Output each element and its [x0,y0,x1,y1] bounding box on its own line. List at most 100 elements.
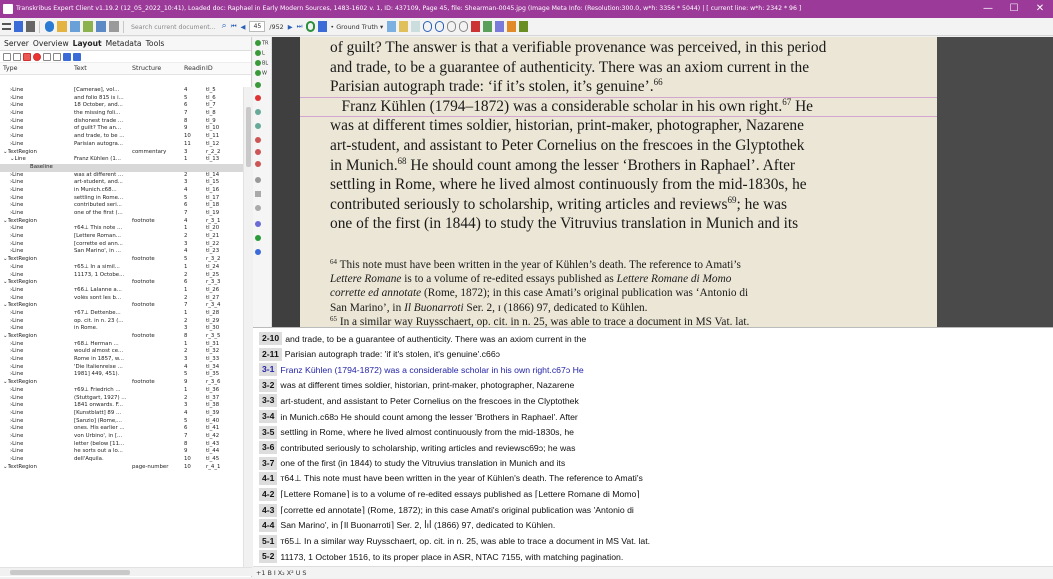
line-text[interactable]: San Marino', in ⌈Il Buonarroti⌉ Ser. 2, … [280,520,555,531]
transcription-line[interactable]: 4-3 ⌈corrette ed annotate⌉ (Rome, 1872); … [259,502,634,519]
col-id[interactable]: ID [206,63,238,74]
tree-row[interactable]: › Line [Kunstblatt] 89 ... 4 tl_39 [0,410,243,418]
zoom-height-icon[interactable] [458,21,468,32]
tree-row[interactable]: › Line art-student, and... 3 tl_15 [0,179,243,187]
tab-layout[interactable]: Layout [71,37,104,50]
tree-row[interactable]: › Line 1841 onwards. F... 3 tl_38 [0,402,243,410]
user-icon[interactable] [95,21,106,32]
image-text-line[interactable]: contributed seriously to scholarship, wr… [330,195,787,214]
delete-icon[interactable] [23,52,31,61]
fit-icon[interactable] [494,21,504,32]
tree-row[interactable]: › Line would almost ce... 2 tl_32 [0,348,243,356]
tab-server[interactable]: Server [2,37,31,50]
image-text-line[interactable]: was at different times soldier, historia… [330,117,804,135]
line-text[interactable]: art-student, and assistant to Peter Corn… [280,396,578,406]
expand-all-icon[interactable] [3,52,11,61]
tree-row[interactable]: › Line and trade, to be ... 10 tl_11 [0,133,243,141]
tree-row[interactable]: › Line contributed seri... 6 tl_18 [0,202,243,210]
line-text[interactable]: ⌈Lettere Romane⌉ is to a volume of re-ed… [280,489,639,500]
next-page-icon[interactable]: ▶ [288,23,293,31]
transcription-line[interactable]: 3-1 Franz Kühlen (1794-1872) was a consid… [259,361,584,378]
info-icon[interactable] [44,21,54,32]
line-text[interactable]: in Munich.c68ɔ He should count among the… [280,412,577,422]
tree-row[interactable]: ⌄ TextRegion footnote 6 r_3_3 [0,279,243,287]
transcription-line[interactable]: 4-2 ⌈Lettere Romane⌉ is to a volume of re… [259,486,640,503]
view-icon[interactable] [386,21,396,32]
transcription-line[interactable]: 3-2 was at different times soldier, histo… [259,377,574,394]
tool-word[interactable]: W [255,70,267,77]
first-page-icon[interactable]: ⏮ [231,22,237,31]
search-icon[interactable]: ⌕ [222,21,227,32]
line-text[interactable]: ⌈corrette ed annotate⌉ (Rome, 1872); in … [280,505,633,516]
move-icon[interactable] [470,21,480,32]
tree-row[interactable]: › Line of guilt? The an... 9 tl_10 [0,125,243,133]
move-down-icon[interactable] [73,52,81,61]
tool-vertical-icon[interactable] [255,149,262,156]
sort-icon[interactable] [53,52,61,61]
image-footnote-line[interactable]: Lettere Romane is to a volume of re-edit… [330,273,731,285]
tree-row[interactable]: ⌄ Line Franz Kühlen (1... 1 tl_13 [0,156,243,164]
line-text[interactable]: Franz Kühlen (1794-1872) was a considera… [280,365,583,375]
tree-row[interactable]: › Line 18 October, and... 6 tl_7 [0,102,243,110]
tree-row[interactable]: ⌄ TextRegion footnote 7 r_3_4 [0,302,243,310]
tree-row[interactable]: › Line т64⊥ This note ... 1 tl_20 [0,225,243,233]
settings-icon[interactable] [518,21,528,32]
transcription-line[interactable]: 4-4 San Marino', in ⌈Il Buonarroti⌉ Ser. … [259,517,555,534]
tree-row[interactable]: › Line 11173, 1 Octobe... 2 tl_25 [0,272,243,280]
tree-scroll-thumb[interactable] [246,107,251,167]
line-text[interactable]: т64⊥ This note must have been written in… [280,473,642,484]
zoom-out-icon[interactable] [434,21,444,32]
close-icon[interactable]: ✕ [1027,0,1053,18]
tree-scrollbar[interactable] [243,87,252,567]
transcription-line[interactable]: 2-11 Parisian autograph trade: 'if it's s… [259,346,500,363]
tool-settings-icon[interactable] [255,249,262,256]
tree-row[interactable]: › Line ones. His earlier ... 6 tl_41 [0,425,243,433]
tool-person-icon[interactable] [255,177,262,184]
transcription-line[interactable]: 4-1 т64⊥ This note must have been written… [259,470,643,487]
tool-merge-icon[interactable] [255,123,262,130]
tool-line-split-icon[interactable] [255,161,262,168]
tree-row[interactable]: › Line and folio 815 is i... 5 tl_6 [0,95,243,103]
color-icon[interactable] [506,21,516,32]
tool-line[interactable]: L [255,50,265,57]
refresh-icon[interactable] [305,21,315,32]
prev-page-icon[interactable]: ◀ [240,23,245,31]
tree-row[interactable]: › Line in Rome. 3 tl_30 [0,325,243,333]
transcription-line[interactable]: 3-3 art-student, and assistant to Peter C… [259,392,579,409]
page-image-view[interactable]: of guilt? The answer is that a verifiabl… [272,37,1053,327]
image-text-line[interactable]: and trade, to be a guarantee of authenti… [330,59,809,77]
image-text-line[interactable]: of guilt? The answer is that a verifiabl… [330,39,826,57]
tree-row[interactable]: › Line (Stuttgart, 1927) ... 2 tl_37 [0,395,243,403]
tree-row[interactable]: › Line Rome in 1857, w... 3 tl_33 [0,356,243,364]
tool-misc-icon[interactable] [255,82,262,89]
image-text-line[interactable]: art-student, and assistant to Peter Corn… [330,137,804,155]
tree-row[interactable]: › Line 1981] 449, 451). 5 tl_35 [0,371,243,379]
tree-row[interactable]: ⌄ TextRegion footnote 5 r_3_2 [0,256,243,264]
last-page-icon[interactable]: ⏭ [297,22,303,31]
col-structure[interactable]: Structure [132,63,184,74]
image-footnote-line[interactable]: corrette ed annotate (Rome, 1872); in th… [330,287,748,299]
search-input[interactable]: Search current document... [127,21,220,33]
collapse-all-icon[interactable] [13,52,21,61]
tree-row[interactable]: › Line dell'Aquila. 10 tl_45 [0,456,243,464]
image-text-line[interactable]: in Munich.68 He should count among the l… [330,156,795,175]
tree-row[interactable]: › Line op. cit. in n. 23 (... 2 tl_29 [0,318,243,326]
tree-row[interactable]: › Line settling in Rome... 5 tl_17 [0,195,243,203]
export-icon[interactable] [108,21,119,32]
tree-row[interactable]: › Line т68⊥ Herman ... 1 tl_31 [0,341,243,349]
tab-metadata[interactable]: Metadata [104,37,144,50]
editor-tools[interactable]: +1 B I X₂ X² U S [256,569,307,577]
tree-row[interactable]: › Line т67⊥ Dettenbe... 1 tl_28 [0,310,243,318]
tool-baseline[interactable]: BL [255,60,268,67]
image-footnote-line[interactable]: 64 This note must have been written in t… [330,259,741,272]
tool-text-region[interactable]: TR [255,40,269,47]
tree-row[interactable]: › Line [Lettere Roman... 2 tl_21 [0,233,243,241]
save-icon[interactable] [317,21,327,32]
transcription-line[interactable]: 3-7 one of the first (in 1844) to study t… [259,455,565,472]
tree-row[interactable]: › Line volés sont les b... 2 tl_27 [0,295,243,303]
image-footnote-line[interactable]: San Marino’, in Il Buonarroti Ser. 2, ɪ … [330,302,647,314]
tool-table-icon[interactable] [255,191,262,198]
tree-row[interactable]: › Line dishonest trade ... 8 tl_9 [0,118,243,126]
maximize-icon[interactable]: ☐ [1001,0,1027,18]
tool-arrow-icon[interactable] [255,235,262,242]
